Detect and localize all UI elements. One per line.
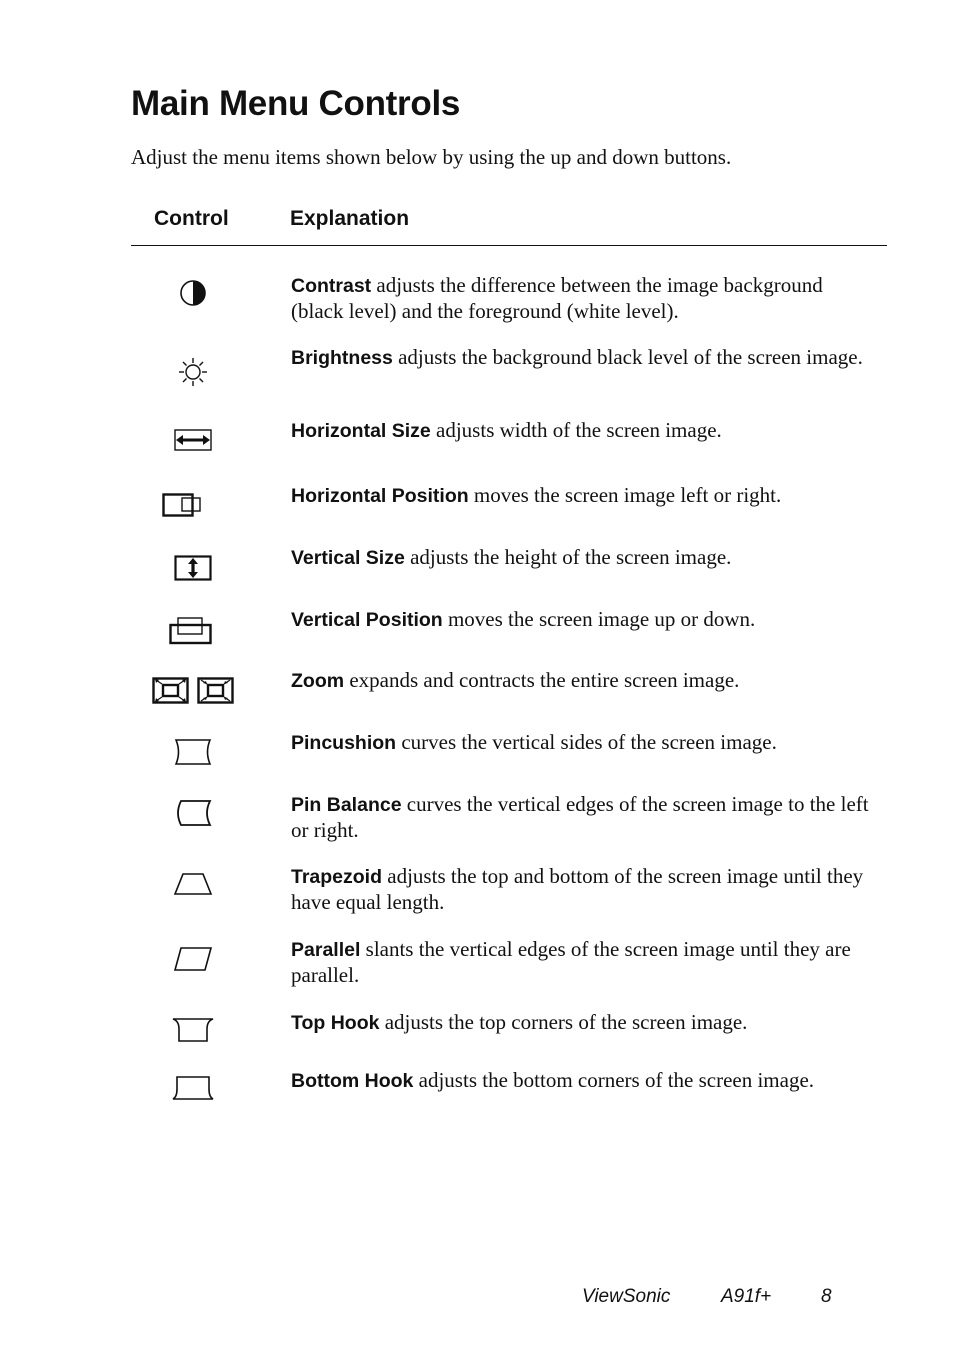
term-label: Parallel [291,939,361,961]
term-description: adjusts width of the screen image. [430,418,722,442]
term-label: Vertical Position [291,609,443,631]
term-description: moves the screen image up or down. [442,607,756,631]
term-label: Pin Balance [291,794,402,816]
column-header-explanation: Explanation [290,207,410,230]
term-description: adjusts the background black level of th… [392,345,863,369]
brightness-icon [131,352,255,392]
pin-balance-icon [131,793,255,833]
term-description: expands and contracts the entire screen … [344,668,740,692]
term-label: Horizontal Position [291,485,469,507]
pincushion-icon [131,732,255,772]
page-number: 8 [821,1286,832,1307]
term-description: adjusts the top corners of the screen im… [379,1010,748,1034]
intro-paragraph: Adjust the menu items shown below by usi… [131,145,732,169]
footer-model: A91f+ [721,1286,772,1307]
horizontal-size-icon [131,420,255,460]
term-label: Horizontal Size [291,420,431,442]
term-description: adjusts the difference between the image… [291,273,823,323]
term-description: moves the screen image left or right. [468,483,782,507]
zoom-in-frame [197,677,234,704]
term-description: adjusts the height of the screen image. [404,545,732,569]
term-label: Trapezoid [291,866,383,888]
term-label: Zoom [291,670,345,692]
trapezoid-icon [131,864,255,904]
term-description: curves the vertical sides of the screen … [396,730,777,754]
column-header-control: Control [154,207,229,230]
footer-brand: ViewSonic [582,1286,671,1307]
parallel-icon [131,939,255,979]
term-description: slants the vertical edges of the screen … [291,937,851,987]
vertical-size-icon [131,548,255,588]
top-hook-icon [131,1010,255,1050]
zoom-out-frame [152,677,189,704]
vertical-position-icon [129,611,253,651]
term-label: Contrast [291,275,372,297]
term-description: adjusts the bottom corners of the screen… [413,1068,815,1092]
term-label: Vertical Size [291,547,405,569]
page-title: Main Menu Controls [131,84,461,123]
term-label: Pincushion [291,732,397,754]
header-rule [131,245,887,246]
horizontal-position-icon [119,485,243,525]
term-label: Bottom Hook [291,1070,414,1092]
contrast-icon [131,273,255,313]
bottom-hook-icon [131,1068,255,1108]
term-label: Brightness [291,347,393,369]
zoom-icon [131,671,255,711]
term-label: Top Hook [291,1012,380,1034]
